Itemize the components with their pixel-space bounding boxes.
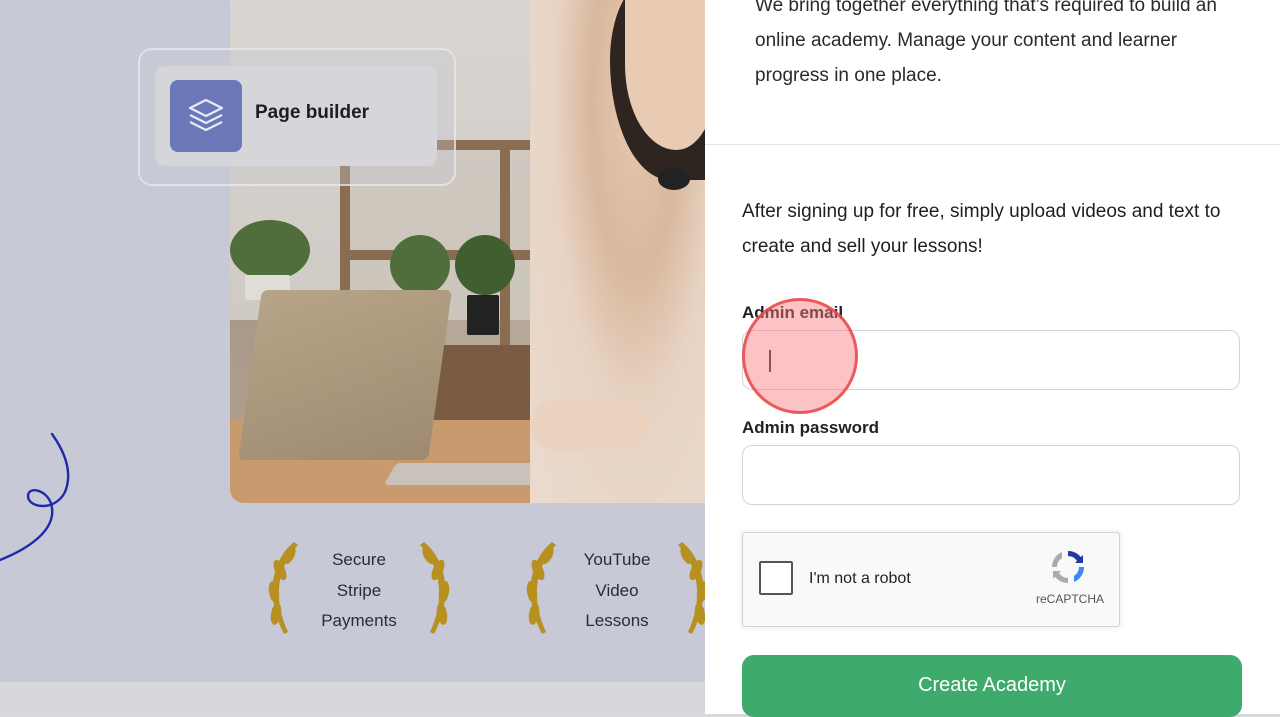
badge-youtube: YouTube Video Lessons [524, 540, 705, 640]
background-strip [0, 682, 705, 714]
badge-stripe: Secure Stripe Payments [266, 540, 456, 640]
layers-icon [170, 80, 242, 152]
password-label: Admin password [742, 418, 879, 437]
divider [705, 144, 1280, 145]
recaptcha-label: I'm not a robot [809, 570, 911, 587]
recaptcha-checkbox[interactable] [759, 561, 793, 595]
recaptcha-logo-icon [1051, 550, 1085, 584]
badge-line: Secure [332, 550, 386, 569]
password-field[interactable] [742, 445, 1240, 505]
lead-text: After signing up for free, simply upload… [742, 201, 1221, 257]
badge-line: Video [595, 580, 639, 600]
badge-line: Stripe [336, 580, 382, 600]
recaptcha-widget: I'm not a robot reCAPTCHA [742, 532, 1120, 627]
badge-line: Payments [321, 611, 397, 630]
click-indicator [742, 298, 858, 414]
decorative-squiggle [0, 432, 70, 562]
background-page: Page builder Secure Stripe Payments YouT… [0, 0, 705, 714]
feature-card-label: Page builder [255, 102, 370, 123]
create-academy-button[interactable]: Create Academy [742, 655, 1242, 717]
badge-line: Lessons [585, 611, 649, 630]
badge-line: YouTube [583, 550, 651, 569]
intro-text: We bring together everything that’s requ… [755, 0, 1217, 86]
recaptcha-brand: reCAPTCHA [1036, 592, 1105, 606]
